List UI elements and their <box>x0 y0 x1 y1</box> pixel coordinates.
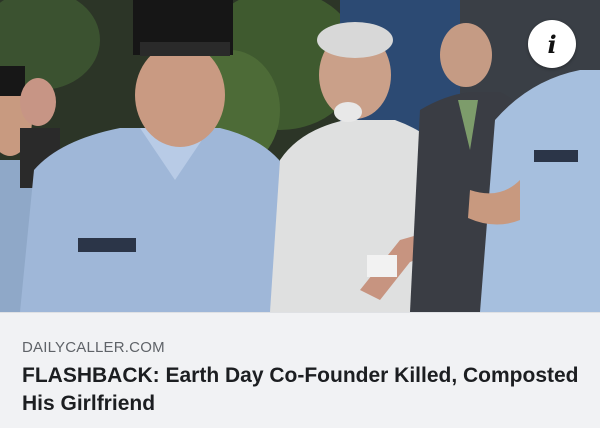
link-source-domain: DAILYCALLER.COM <box>22 339 165 356</box>
info-icon: i <box>547 29 557 59</box>
link-caption[interactable]: DAILYCALLER.COM FLASHBACK: Earth Day Co-… <box>0 312 600 428</box>
link-preview-card[interactable]: i DAILYCALLER.COM FLASHBACK: Earth Day C… <box>0 0 600 428</box>
news-photo-illustration <box>0 0 600 312</box>
news-photo[interactable]: i <box>0 0 600 312</box>
info-button[interactable]: i <box>528 20 576 68</box>
link-headline[interactable]: FLASHBACK: Earth Day Co-Founder Killed, … <box>22 362 582 418</box>
